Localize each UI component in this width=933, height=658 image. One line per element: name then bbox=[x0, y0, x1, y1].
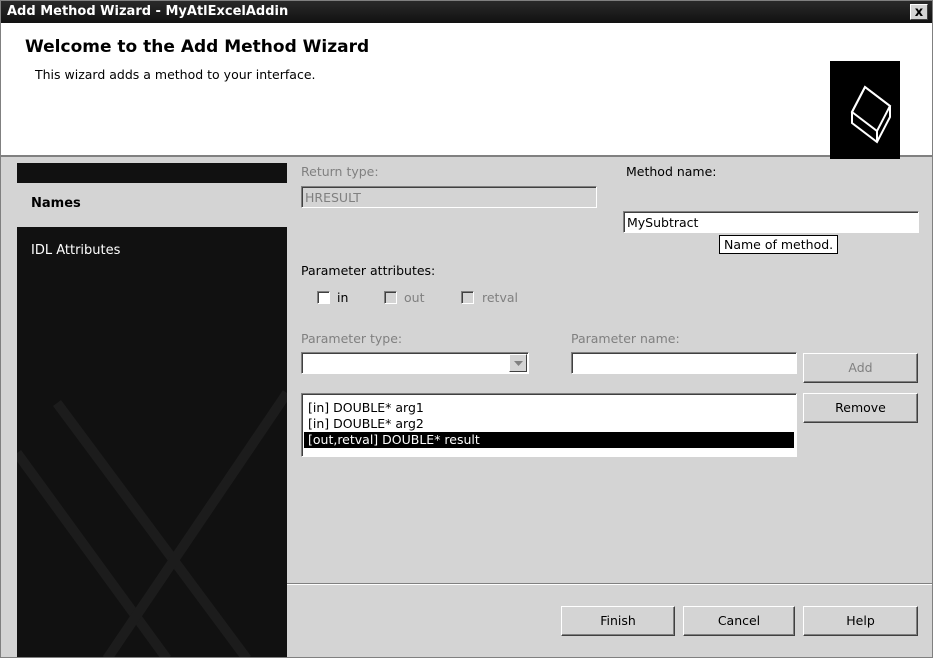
parameters-listbox[interactable]: [in] DOUBLE* arg1 [in] DOUBLE* arg2 [out… bbox=[301, 393, 797, 457]
add-button[interactable]: Add bbox=[803, 353, 918, 383]
return-type-label: Return type: bbox=[301, 164, 379, 179]
return-type-field[interactable]: HRESULT bbox=[301, 186, 597, 208]
parameter-type-label: Parameter type: bbox=[301, 331, 403, 346]
chevron-down-icon bbox=[514, 361, 523, 366]
method-name-tooltip: Name of method. bbox=[719, 235, 839, 254]
close-icon: x bbox=[914, 5, 924, 20]
close-button[interactable]: x bbox=[910, 4, 928, 20]
dropdown-button[interactable] bbox=[509, 354, 527, 372]
retval-checkbox-label: retval bbox=[482, 290, 518, 305]
wizard-sidebar: Names IDL Attributes bbox=[17, 163, 287, 657]
parameter-attributes-label: Parameter attributes: bbox=[301, 263, 436, 278]
parameter-name-field[interactable] bbox=[571, 352, 797, 374]
parameter-type-combobox[interactable] bbox=[301, 352, 529, 374]
finish-button[interactable]: Finish bbox=[561, 606, 675, 636]
wizard-title: Welcome to the Add Method Wizard bbox=[25, 37, 370, 57]
out-checkbox-label: out bbox=[404, 290, 425, 305]
wizard-subtitle: This wizard adds a method to your interf… bbox=[35, 67, 316, 82]
wizard-header: Welcome to the Add Method Wizard This wi… bbox=[1, 23, 932, 159]
footer-divider bbox=[287, 583, 932, 585]
method-name-label: Method name: bbox=[626, 164, 717, 179]
wizard-cube-logo-icon bbox=[830, 61, 900, 159]
help-button[interactable]: Help bbox=[803, 606, 918, 636]
list-item[interactable]: [in] DOUBLE* arg1 bbox=[304, 400, 794, 416]
sidebar-item-names[interactable]: Names bbox=[17, 183, 287, 227]
in-checkbox-label: in bbox=[337, 290, 349, 305]
remove-button[interactable]: Remove bbox=[803, 393, 918, 423]
method-name-field[interactable]: MySubtract bbox=[623, 211, 919, 233]
out-checkbox[interactable] bbox=[384, 291, 397, 304]
sidebar-item-label: Names bbox=[31, 196, 81, 211]
parameter-name-label: Parameter name: bbox=[571, 331, 680, 346]
sidebar-background-graphic bbox=[17, 390, 287, 657]
list-item-selected[interactable]: [out,retval] DOUBLE* result bbox=[304, 432, 794, 448]
title-bar[interactable]: Add Method Wizard - MyAtlExcelAddin x bbox=[1, 1, 932, 23]
list-item[interactable]: [in] DOUBLE* arg2 bbox=[304, 416, 794, 432]
add-method-wizard-window: Add Method Wizard - MyAtlExcelAddin x We… bbox=[0, 0, 933, 658]
retval-checkbox[interactable] bbox=[461, 291, 474, 304]
in-checkbox[interactable] bbox=[317, 291, 330, 304]
cancel-button[interactable]: Cancel bbox=[683, 606, 795, 636]
window-title: Add Method Wizard - MyAtlExcelAddin bbox=[7, 4, 289, 19]
sidebar-item-idl-attributes[interactable]: IDL Attributes bbox=[31, 243, 120, 258]
